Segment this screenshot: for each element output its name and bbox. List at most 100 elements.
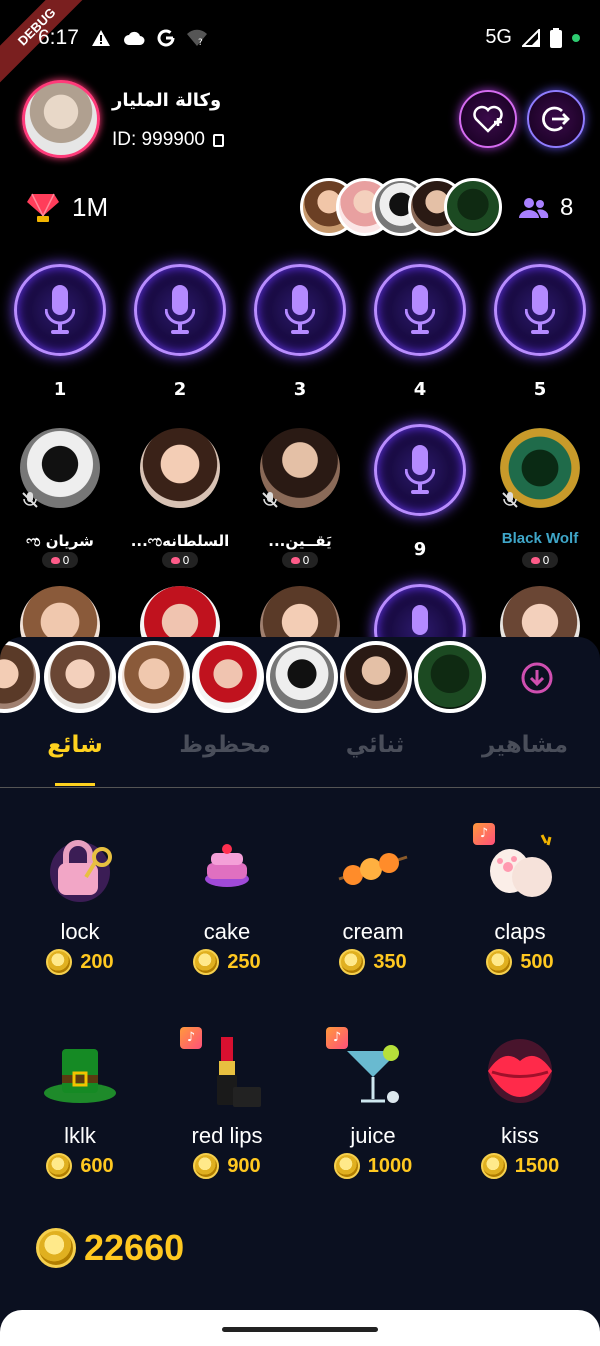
lips-gift-icon (488, 1039, 552, 1103)
gift-recipient-row[interactable] (0, 637, 600, 717)
recipient-avatar[interactable] (192, 641, 264, 713)
cake-gift-icon (205, 844, 249, 887)
status-bar: DEBUG 6:17 ? 5G (0, 0, 600, 90)
viewer-avatars[interactable] (300, 178, 510, 236)
gift-name: lklk (64, 1123, 96, 1148)
microphone-icon (525, 285, 555, 334)
exit-room-button[interactable] (527, 90, 585, 148)
room-name: وكالة المليار (112, 90, 222, 111)
seat-7-user-avatar[interactable] (140, 428, 220, 508)
recipient-avatar[interactable] (266, 641, 338, 713)
people-icon[interactable] (517, 196, 549, 220)
heart-plus-icon (473, 105, 503, 133)
seat-3-empty[interactable] (254, 264, 346, 356)
room-id-text: ID: 999900 (112, 129, 205, 150)
coin-balance-value: 22660 (84, 1227, 185, 1268)
gift-name: lock (60, 919, 100, 944)
gift-item-juice[interactable]: ♪ juice 1000 (298, 1027, 438, 1211)
host-avatar[interactable] (22, 80, 100, 158)
gift-name: cream (342, 919, 404, 944)
leprechaun-hat-gift-icon (44, 1049, 116, 1103)
lock-gift-icon (50, 840, 112, 902)
gift-price: 1000 (298, 1153, 448, 1179)
battery-icon (550, 27, 562, 48)
coin-icon (36, 1228, 76, 1268)
coin-icon (486, 949, 513, 975)
microphone-icon (405, 445, 435, 494)
gift-item-lock[interactable]: lock 200 (5, 827, 145, 1007)
seat-user-name: Black Wolf (501, 530, 579, 547)
follow-room-button[interactable] (459, 90, 517, 148)
lotus-icon (170, 556, 180, 564)
lotus-icon (290, 556, 300, 564)
seat-2-empty[interactable] (134, 264, 226, 356)
mic-muted-icon (262, 492, 278, 508)
gift-price-value: 600 (80, 1154, 114, 1177)
coin-balance[interactable]: 22660 (36, 1227, 184, 1269)
recipient-avatar[interactable] (44, 641, 116, 713)
gift-name: claps (494, 919, 546, 944)
gift-item-claps[interactable]: ♪ claps 500 (445, 823, 585, 1007)
google-icon (157, 29, 175, 47)
gift-item-red-lips[interactable]: ♪ red lips 900 (152, 1027, 292, 1211)
seat-5-empty[interactable] (494, 264, 586, 356)
microphone-icon (405, 285, 435, 334)
cream-gift-icon (338, 853, 408, 885)
diamond-trophy-icon (27, 193, 59, 222)
tab-lucky[interactable]: محظوظ (170, 732, 280, 758)
gift-price: 900 (152, 1153, 302, 1179)
seat-badge-count: 0 (542, 553, 550, 567)
microphone-icon (45, 285, 75, 334)
gift-price: 1500 (445, 1153, 595, 1179)
gift-price-value: 250 (227, 950, 261, 973)
system-nav-bar (0, 1310, 600, 1346)
lotus-icon (50, 556, 60, 564)
seat-gift-badge: 0 (282, 552, 318, 568)
gift-price-value: 500 (520, 950, 554, 973)
gift-item-cake[interactable]: cake 250 (152, 827, 292, 1007)
home-gesture-bar[interactable] (222, 1327, 378, 1332)
coin-icon (46, 949, 73, 975)
gift-name: cake (203, 919, 251, 944)
seat-9-empty[interactable] (374, 424, 466, 516)
seat-number: 9 (413, 539, 427, 560)
seat-4-empty[interactable] (374, 264, 466, 356)
seat-number: 4 (413, 379, 427, 400)
seat-number: 3 (293, 379, 307, 400)
tab-popular[interactable]: شائع (20, 732, 130, 758)
cloud-icon (123, 31, 145, 45)
gift-price-value: 1500 (514, 1154, 560, 1177)
gift-item-kiss[interactable]: kiss 1500 (445, 1031, 585, 1211)
wifi-unknown-icon: ? (186, 29, 207, 47)
gift-price: 350 (298, 949, 448, 975)
recipient-avatar[interactable] (0, 641, 40, 713)
svg-text:?: ? (198, 38, 203, 47)
cocktail-gift-icon (347, 1045, 399, 1103)
copy-icon[interactable] (212, 133, 224, 147)
seat-1-empty[interactable] (14, 264, 106, 356)
gift-price-value: 350 (373, 950, 407, 973)
recipient-avatar[interactable] (414, 641, 486, 713)
lotus-icon (530, 556, 540, 564)
claps-gift-icon (490, 834, 552, 897)
coin-icon (193, 949, 220, 975)
recipient-avatar[interactable] (340, 641, 412, 713)
seat-number: 2 (173, 379, 187, 400)
mic-muted-icon (502, 492, 518, 508)
privacy-indicator (572, 33, 580, 42)
exit-icon (542, 106, 570, 132)
room-gems-value: 1M (72, 192, 109, 222)
seat-gift-badge: 0 (162, 552, 198, 568)
gift-price-value: 900 (227, 1154, 261, 1177)
lipstick-gift-icon (217, 1037, 261, 1107)
recipient-avatar[interactable] (118, 641, 190, 713)
tab-couple[interactable]: ثنائي (320, 732, 430, 758)
seat-gift-badge: 0 (522, 552, 558, 568)
viewer-avatar (444, 178, 502, 236)
microphone-icon (165, 285, 195, 334)
tab-celebrities[interactable]: مشاهير (470, 732, 580, 758)
gift-item-lklk[interactable]: lklk 600 (5, 1031, 145, 1211)
gift-item-cream[interactable]: cream 350 (298, 827, 438, 1007)
expand-recipients-icon[interactable] (520, 661, 554, 695)
gift-name: red lips (191, 1123, 263, 1148)
